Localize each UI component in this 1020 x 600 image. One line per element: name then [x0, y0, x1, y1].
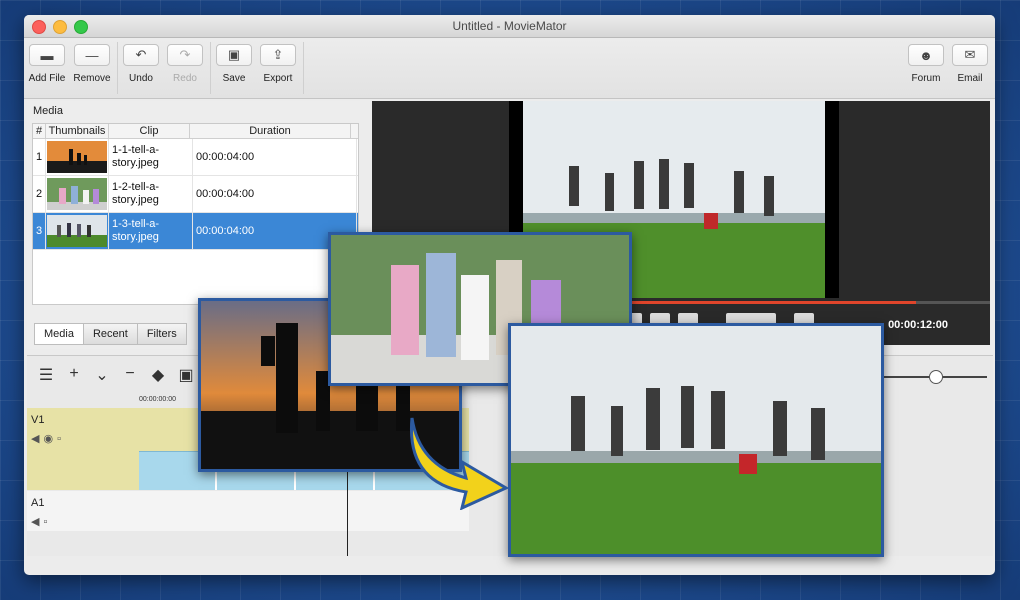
- track-name: A1: [31, 497, 45, 509]
- chevron-down-icon[interactable]: ⌄: [93, 365, 111, 385]
- toolbar: ▬ Add File — Remove ↶ Undo ↷ Redo ▣ Save…: [24, 38, 995, 99]
- undo-button[interactable]: ↶ Undo: [120, 44, 162, 84]
- lock-icon[interactable]: ▫: [57, 433, 65, 445]
- speaker-icon[interactable]: ◀: [31, 433, 43, 445]
- minus-icon: —: [85, 47, 99, 63]
- remove-label: Remove: [73, 73, 111, 84]
- export-label: Export: [263, 73, 293, 84]
- column-thumbnails[interactable]: Thumbnails: [46, 124, 109, 138]
- row-number: 3: [33, 213, 46, 249]
- toolbar-separator: [303, 42, 304, 94]
- clip-duration: 00:00:04:00: [193, 139, 357, 175]
- save-icon: ▣: [227, 47, 241, 62]
- preview-time: 00:00:12:00: [888, 319, 948, 331]
- close-window-button[interactable]: [32, 20, 46, 34]
- eye-icon[interactable]: ◉: [43, 433, 57, 445]
- minus-icon[interactable]: −: [121, 365, 139, 385]
- add-icon[interactable]: +: [65, 365, 83, 385]
- lock-icon[interactable]: ▫: [43, 516, 51, 528]
- minimize-window-button[interactable]: [53, 20, 67, 34]
- timeline-ruler: 00:00:00:00: [139, 396, 176, 403]
- add-file-button[interactable]: ▬ Add File: [26, 44, 68, 84]
- row-number: 1: [33, 139, 46, 175]
- undo-icon: ↶: [135, 47, 147, 62]
- toolbar-separator: [210, 42, 211, 94]
- export-icon: ⇪: [272, 47, 284, 62]
- column-num[interactable]: #: [33, 124, 46, 138]
- clip-thumbnail: [46, 213, 109, 249]
- clip-name: 1-2-tell-a-story.jpeg: [109, 176, 193, 212]
- email-label: Email: [957, 73, 983, 84]
- users-icon: ☻: [919, 47, 933, 63]
- media-tabs: Media Recent Filters: [34, 323, 187, 345]
- add-file-label: Add File: [28, 73, 66, 84]
- tab-filters[interactable]: Filters: [137, 323, 187, 345]
- redo-label: Redo: [173, 73, 197, 84]
- media-row[interactable]: 2 1-2-tell-a-story.jpeg 00:00:04:00: [33, 176, 358, 213]
- promo-image-jumping-group: [508, 323, 884, 557]
- redo-button[interactable]: ↷ Redo: [164, 44, 206, 84]
- speaker-icon[interactable]: ◀: [31, 516, 43, 528]
- forum-button[interactable]: ☻ Forum: [905, 44, 947, 84]
- clip-name: 1-1-tell-a-story.jpeg: [109, 139, 193, 175]
- media-table-header: # Thumbnails Clip Duration: [33, 124, 358, 139]
- clip-name: 1-3-tell-a-story.jpeg: [109, 213, 193, 249]
- clip-duration: 00:00:04:00: [193, 176, 357, 212]
- toolbar-separator: [117, 42, 118, 94]
- tab-media[interactable]: Media: [34, 323, 84, 345]
- snap-icon[interactable]: ▣: [177, 365, 195, 385]
- clip-thumbnail: [46, 139, 109, 175]
- media-panel-title: Media: [33, 105, 63, 117]
- save-label: Save: [222, 73, 246, 84]
- folder-icon: ▬: [40, 47, 54, 63]
- media-table: # Thumbnails Clip Duration 1 1-1-tell-a-…: [32, 123, 359, 305]
- clip-thumbnail: [46, 176, 109, 212]
- redo-icon: ↷: [179, 47, 191, 62]
- column-clip[interactable]: Clip: [109, 124, 190, 138]
- window-title: Untitled - MovieMator: [452, 19, 567, 33]
- zoom-slider-knob[interactable]: [929, 370, 943, 384]
- maximize-window-button[interactable]: [74, 20, 88, 34]
- row-number: 2: [33, 176, 46, 212]
- column-duration[interactable]: Duration: [190, 124, 351, 138]
- tab-recent[interactable]: Recent: [83, 323, 138, 345]
- split-icon[interactable]: ◆: [149, 365, 167, 385]
- media-row-selected[interactable]: 3 1-3-tell-a-story.jpeg 00:00:04:00: [33, 213, 358, 250]
- remove-button[interactable]: — Remove: [71, 44, 113, 84]
- track-name: V1: [31, 414, 45, 426]
- save-button[interactable]: ▣ Save: [213, 44, 255, 84]
- email-button[interactable]: ✉ Email: [949, 44, 991, 84]
- envelope-icon: ✉: [964, 47, 976, 62]
- title-bar: Untitled - MovieMator: [24, 15, 995, 38]
- timeline-toolbar: ☰ + ⌄ − ◆ ▣: [37, 365, 195, 385]
- undo-label: Undo: [129, 73, 153, 84]
- track-header-a1: A1 ◀▫: [27, 491, 139, 531]
- arrow-icon: [409, 417, 510, 510]
- zoom-slider[interactable]: [877, 370, 987, 384]
- forum-label: Forum: [911, 73, 941, 84]
- window-controls: [32, 20, 88, 34]
- media-row[interactable]: 1 1-1-tell-a-story.jpeg 00:00:04:00: [33, 139, 358, 176]
- track-header-v1: V1 ◀◉▫: [27, 408, 139, 490]
- menu-icon[interactable]: ☰: [37, 365, 55, 385]
- export-button[interactable]: ⇪ Export: [257, 44, 299, 84]
